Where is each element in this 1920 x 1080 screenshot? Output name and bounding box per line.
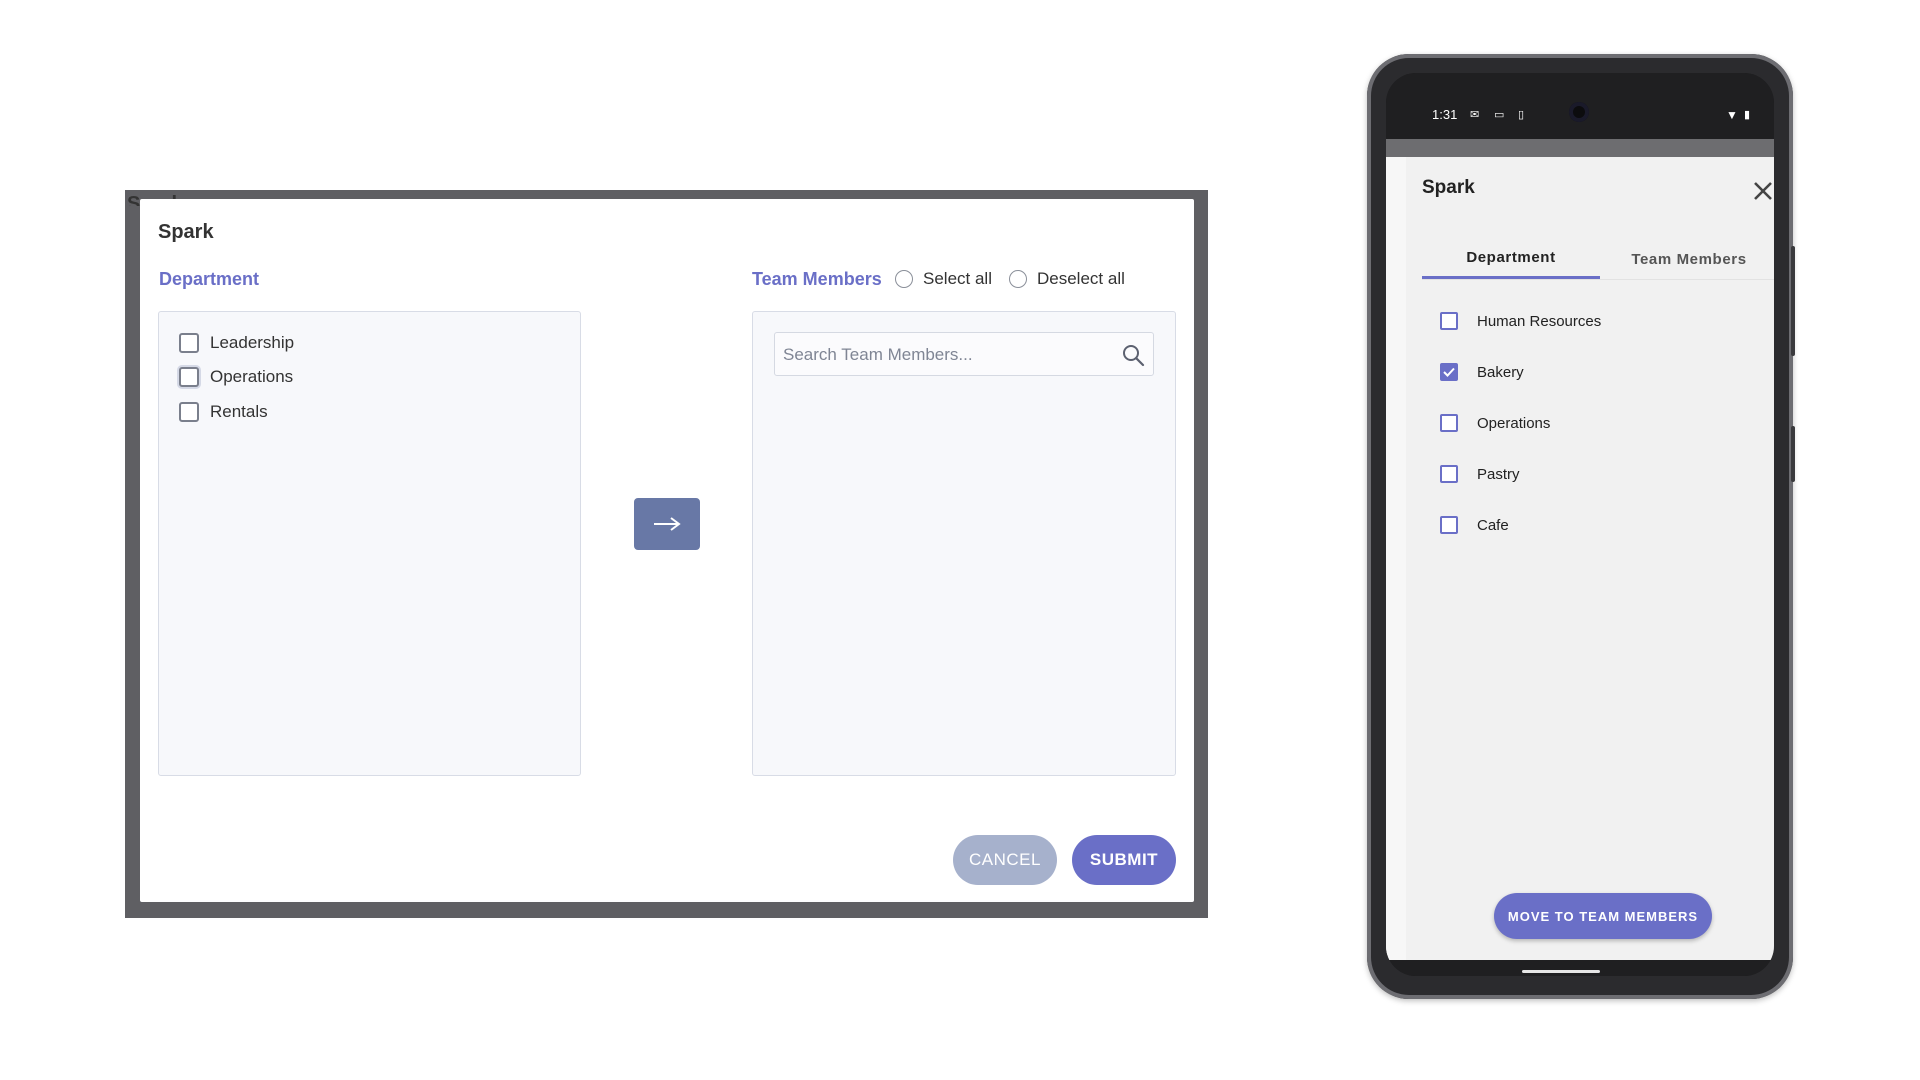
move-to-team-members-button[interactable]	[634, 498, 700, 550]
department-item-label: Rentals	[210, 402, 268, 421]
team-members-label: Team Members	[752, 269, 882, 289]
phone-frame: 1:31 ✉ ▭ ▯ ▼ ▮ Spark Department Team Mem…	[1367, 54, 1795, 999]
department-item-operations[interactable]: Operations	[179, 365, 293, 389]
select-all-option[interactable]: Select all	[895, 269, 992, 289]
navigation-bar	[1386, 960, 1774, 976]
checkmark-icon	[1443, 367, 1455, 377]
battery-icon: ▮	[1744, 109, 1751, 121]
wifi-icon: ▼	[1726, 108, 1738, 122]
cancel-button[interactable]: CANCEL	[953, 835, 1057, 885]
select-all-radio[interactable]	[895, 270, 913, 288]
spark-dialog: Spark Department Leadership Operations R…	[140, 199, 1194, 902]
card-icon: ▭	[1494, 109, 1505, 121]
select-all-label: Select all	[923, 269, 992, 288]
sheet-title: Spark	[1422, 177, 1475, 198]
bottom-sheet: Spark Department Team Members Human Reso…	[1386, 157, 1774, 960]
checkbox[interactable]	[1440, 516, 1458, 534]
department-item-label: Leadership	[210, 333, 295, 352]
battery-saver-icon: ▯	[1518, 109, 1525, 121]
search-icon[interactable]	[1121, 343, 1145, 367]
department-item-label: Operations	[1477, 414, 1551, 432]
search-team-members-input[interactable]	[781, 333, 1105, 377]
department-item-operations[interactable]: Operations	[1440, 412, 1550, 434]
move-to-team-members-button[interactable]: MOVE TO TEAM MEMBERS	[1494, 893, 1712, 939]
close-icon[interactable]	[1751, 179, 1774, 203]
scrim	[1386, 139, 1774, 157]
tab-team-members[interactable]: Team Members	[1600, 239, 1774, 279]
submit-button[interactable]: SUBMIT	[1072, 835, 1176, 885]
checkbox[interactable]	[1440, 312, 1458, 330]
status-bar: 1:31 ✉ ▭ ▯ ▼ ▮	[1386, 73, 1774, 139]
checkbox[interactable]	[179, 367, 199, 387]
mail-icon: ✉	[1470, 109, 1480, 121]
department-item-label: Bakery	[1477, 363, 1524, 381]
checkbox[interactable]	[1440, 465, 1458, 483]
tab-bar: Department Team Members	[1422, 239, 1774, 280]
deselect-all-option[interactable]: Deselect all	[1009, 269, 1125, 289]
department-item-label: Cafe	[1477, 516, 1509, 534]
department-item-label: Pastry	[1477, 465, 1520, 483]
deselect-all-label: Deselect all	[1037, 269, 1125, 288]
team-members-panel	[752, 311, 1176, 776]
home-indicator[interactable]	[1522, 970, 1600, 973]
search-box	[774, 332, 1154, 377]
department-item-pastry[interactable]: Pastry	[1440, 463, 1520, 485]
department-item-leadership[interactable]: Leadership	[179, 331, 294, 355]
stage: Spark Spark Department Leadership Operat…	[0, 0, 1920, 1080]
department-item-label: Operations	[210, 367, 294, 386]
sheet-content: Spark Department Team Members Human Reso…	[1386, 157, 1774, 960]
department-item-bakery[interactable]: Bakery	[1440, 361, 1524, 383]
checkbox-checked[interactable]	[1440, 363, 1458, 381]
checkbox[interactable]	[179, 333, 199, 353]
department-item-human-resources[interactable]: Human Resources	[1440, 310, 1601, 332]
phone-screen: 1:31 ✉ ▭ ▯ ▼ ▮ Spark Department Team Mem…	[1386, 73, 1774, 976]
phone-side-button	[1791, 246, 1795, 356]
dialog-title: Spark	[158, 221, 214, 243]
department-list-panel: Leadership Operations Rentals	[158, 311, 581, 776]
checkbox[interactable]	[179, 402, 199, 422]
department-item-cafe[interactable]: Cafe	[1440, 514, 1509, 536]
arrow-right-icon	[654, 517, 681, 531]
department-item-label: Human Resources	[1477, 312, 1602, 330]
status-time: 1:31	[1432, 107, 1458, 122]
checkbox[interactable]	[1440, 414, 1458, 432]
tab-department[interactable]: Department	[1422, 239, 1600, 279]
deselect-all-radio[interactable]	[1009, 270, 1027, 288]
phone-side-button	[1791, 426, 1795, 482]
department-item-rentals[interactable]: Rentals	[179, 400, 268, 424]
desktop-modal-overlay: Spark Spark Department Leadership Operat…	[125, 190, 1208, 918]
front-camera	[1569, 102, 1589, 122]
department-label: Department	[159, 269, 260, 289]
